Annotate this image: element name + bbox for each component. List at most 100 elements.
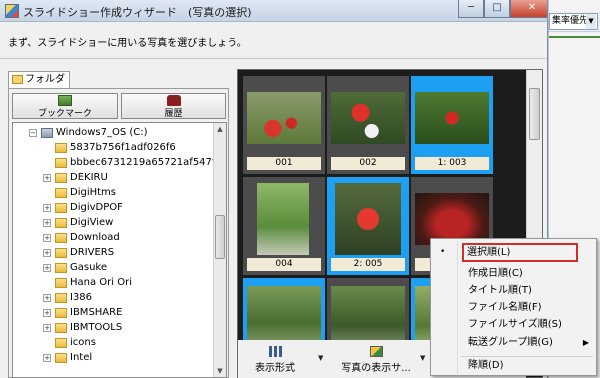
tree-item-label: IBMTOOLS (70, 322, 123, 333)
submenu-arrow-icon: ▶ (582, 338, 589, 347)
tree-item-label: icons (70, 337, 96, 348)
photo-image (257, 183, 309, 255)
photo-thumbnail[interactable]: 004 (243, 177, 325, 275)
photo-image (331, 92, 405, 144)
menu-item-title-order[interactable]: タイトル順(T) (432, 282, 595, 299)
chevron-down-icon[interactable]: ▼ (318, 354, 323, 362)
bookmark-icon (58, 95, 72, 106)
close-button[interactable]: ✕ (510, 0, 547, 18)
menu-item-filename-order[interactable]: ファイル名順(F) (432, 299, 595, 316)
photo-display-button[interactable]: 写真の表示サ... (334, 344, 418, 376)
title-bar: スライドショー作成ウィザード (写真の選択) ─ □ ✕ (0, 0, 547, 22)
folder-icon (55, 218, 67, 228)
folder-icon (55, 143, 67, 153)
photo-caption: 002 (331, 157, 405, 170)
photo-thumbnail-selected[interactable]: 2: 005 (327, 177, 409, 275)
menu-item-label: タイトル順(T) (468, 285, 532, 296)
photo-caption: 004 (247, 258, 321, 271)
menu-item-label: ファイル名順(F) (468, 302, 542, 313)
photo-caption: 2: 005 (331, 258, 405, 271)
tree-item-label: I386 (70, 292, 93, 303)
folder-icon (55, 278, 67, 288)
bullet-icon: • (440, 247, 446, 257)
folder-icon (12, 75, 23, 84)
collapse-icon[interactable]: − (29, 129, 37, 137)
view-mode-label: 表示形式 (255, 363, 295, 374)
chevron-down-icon: ▼ (586, 14, 596, 29)
expand-icon[interactable]: + (43, 219, 51, 227)
menu-item-created-date[interactable]: 作成日順(C) (432, 265, 595, 282)
window-title: スライドショー作成ウィザード (写真の選択) (23, 6, 252, 19)
menu-item-label: 降順(D) (468, 360, 504, 371)
folder-icon (55, 233, 67, 243)
expand-icon[interactable]: + (43, 309, 51, 317)
background-select[interactable]: 集率優先 ▼ (549, 13, 598, 30)
folder-icon (55, 248, 67, 258)
folder-icon (55, 203, 67, 213)
photo-caption: 001 (247, 157, 321, 170)
history-button-label: 履歴 (164, 109, 183, 119)
photo-thumbnail-selected[interactable]: 1: 003 (411, 76, 493, 174)
folder-icon (55, 158, 67, 168)
photo-image (247, 92, 321, 144)
expand-icon[interactable]: + (43, 264, 51, 272)
view-mode-icon (268, 346, 282, 357)
folder-icon (55, 308, 67, 318)
tree-scroll-thumb[interactable] (215, 215, 225, 259)
view-mode-button[interactable]: 表示形式 (246, 344, 304, 376)
menu-item-filesize-order[interactable]: ファイルサイズ順(S) (432, 316, 595, 333)
photo-thumbnail[interactable]: 002 (327, 76, 409, 174)
tree-item-label: Gasuke (70, 262, 108, 273)
app-icon (5, 4, 19, 18)
photo-display-icon (369, 346, 383, 357)
menu-item-label: 転送グループ順(G) (468, 337, 553, 348)
expand-icon[interactable]: + (43, 249, 51, 257)
folder-icon (55, 338, 67, 348)
tree-scrollbar[interactable]: ▲ ▼ (213, 123, 226, 377)
folder-icon (55, 263, 67, 273)
restore-button[interactable]: □ (484, 0, 510, 18)
expand-icon[interactable]: + (43, 354, 51, 362)
expand-icon[interactable]: + (43, 324, 51, 332)
photo-scroll-thumb[interactable] (529, 88, 540, 140)
background-select-value: 集率優先 (552, 16, 589, 26)
expand-icon[interactable]: + (43, 294, 51, 302)
photo-image (335, 183, 401, 255)
minimize-button[interactable]: ─ (458, 0, 484, 18)
folder-icon (55, 188, 67, 198)
menu-item-descending[interactable]: 降順(D) (432, 357, 595, 374)
tree-item-label: DRIVERS (70, 247, 115, 258)
scroll-up-icon[interactable]: ▲ (215, 123, 225, 135)
tree-item-label: Windows7_OS (C:) (56, 127, 148, 138)
photo-thumbnail[interactable]: 001 (243, 76, 325, 174)
header-divider (0, 58, 547, 59)
tab-folder[interactable]: フォルダ (8, 71, 70, 89)
tree-item-label: DigivDPOF (70, 202, 123, 213)
menu-bullet-area: • (432, 244, 465, 261)
tree-item-label: IBMSHARE (70, 307, 123, 318)
bookmark-button[interactable]: ブックマーク (12, 93, 118, 119)
expand-icon[interactable]: + (43, 234, 51, 242)
background-divider (549, 36, 600, 38)
scroll-down-icon[interactable]: ▼ (215, 365, 225, 377)
menu-item-transfer-group[interactable]: 転送グループ順(G) ▶ (432, 334, 595, 351)
history-button[interactable]: 履歴 (121, 93, 226, 119)
menu-item-label: 選択順(L) (467, 247, 511, 258)
tree-item-label: Download (70, 232, 120, 243)
folder-icon (55, 323, 67, 333)
expand-icon[interactable]: + (43, 204, 51, 212)
expand-icon[interactable]: + (43, 174, 51, 182)
photo-display-label: 写真の表示サ... (341, 363, 411, 374)
drive-icon (41, 128, 53, 138)
chevron-down-icon[interactable]: ▼ (420, 354, 425, 362)
folder-tree[interactable]: − Windows7_OS (C:) 5837b756f1adf026f6 bb… (12, 122, 227, 378)
tree-item-label: bbbec6731219a65721af547f (70, 157, 216, 168)
instruction-text: まず、スライドショーに用いる写真を選びましょう。 (8, 38, 247, 49)
folder-icon (55, 173, 67, 183)
menu-item-label: ファイルサイズ順(S) (468, 319, 562, 330)
photo-image (415, 92, 489, 144)
menu-item-selection-order[interactable]: 選択順(L) (462, 243, 578, 262)
tree-item-label: DigiView (70, 217, 114, 228)
window-controls: ─ □ ✕ (458, 0, 547, 18)
photo-caption: 1: 003 (415, 157, 489, 170)
